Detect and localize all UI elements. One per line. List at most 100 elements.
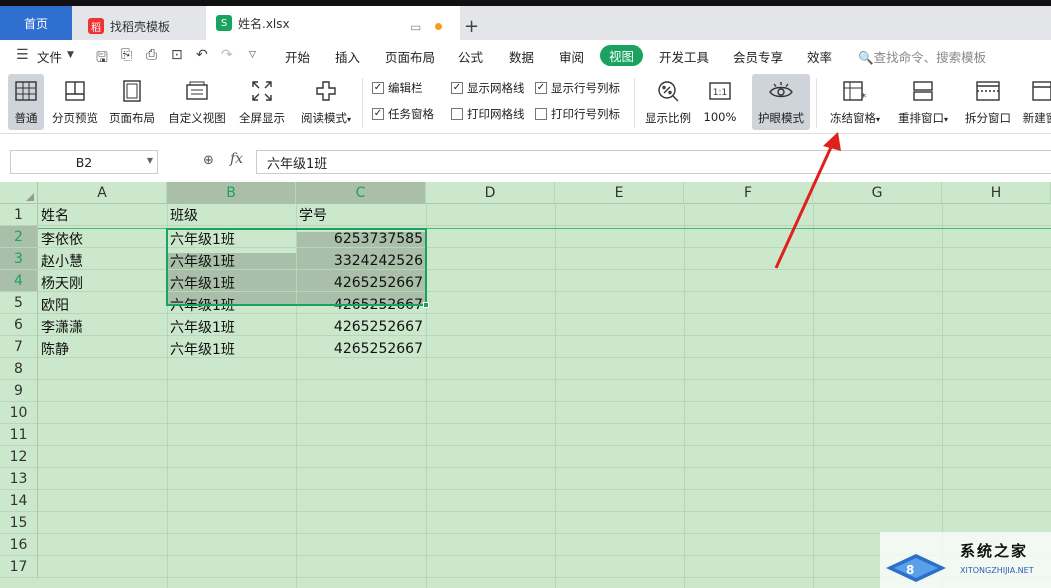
name-box[interactable]: B2 ▼: [10, 150, 158, 174]
page-break-preview-button[interactable]: 分页预览: [48, 74, 102, 130]
zoom-ratio-icon: [653, 76, 683, 106]
freeze-panes-button[interactable]: * 冻结窗格▾: [824, 74, 886, 130]
reading-mode-button[interactable]: 阅读模式▾: [297, 74, 355, 130]
column-header-b[interactable]: B: [167, 182, 296, 204]
split-window-icon: [973, 76, 1003, 106]
row-header-7[interactable]: 7: [0, 336, 38, 358]
menu-efficiency[interactable]: 效率: [807, 47, 832, 66]
redo-icon[interactable]: ↷: [221, 47, 233, 63]
cell-b1[interactable]: 班级: [167, 204, 296, 226]
row-header-5[interactable]: 5: [0, 292, 38, 314]
normal-view-button[interactable]: 普通: [8, 74, 44, 130]
cell-c6[interactable]: 4265252667: [296, 316, 426, 338]
undo-icon[interactable]: ↶: [196, 47, 208, 63]
formula-input[interactable]: 六年级1班: [256, 150, 1051, 174]
menu-developer[interactable]: 开发工具: [659, 47, 709, 66]
worksheet-grid[interactable]: ABCDEFGH 1 2 3 4 5 6 7 8 9 10 11 12 13 14 15 16 17 姓名 班级 学号…: [0, 182, 1051, 588]
cell-a5[interactable]: 欧阳: [38, 294, 167, 316]
cell-c7[interactable]: 4265252667: [296, 338, 426, 360]
tab-file[interactable]: S 姓名.xlsx: [206, 6, 460, 40]
menu-formula[interactable]: 公式: [458, 47, 483, 66]
menu-insert[interactable]: 插入: [335, 47, 360, 66]
custom-view-button[interactable]: 自定义视图: [166, 74, 228, 130]
row-header-6[interactable]: 6: [0, 314, 38, 336]
row-header-14[interactable]: 14: [0, 490, 38, 512]
column-header-f[interactable]: F: [684, 182, 813, 204]
menu-review[interactable]: 审阅: [559, 47, 584, 66]
fullscreen-button[interactable]: 全屏显示: [237, 74, 287, 130]
print-icon[interactable]: ⎙: [146, 47, 157, 63]
column-header-h[interactable]: H: [942, 182, 1051, 204]
row-header-2[interactable]: 2: [0, 226, 38, 248]
arrange-window-button[interactable]: 重排窗口▾: [893, 74, 953, 130]
column-header-d[interactable]: D: [426, 182, 555, 204]
tab-home[interactable]: 首页: [0, 6, 72, 40]
zoom-ratio-button[interactable]: 显示比例: [643, 74, 693, 130]
watermark-subtext: XITONGZHIJIA.NET: [960, 566, 1034, 575]
column-header-a[interactable]: A: [38, 182, 167, 204]
row-header-13[interactable]: 13: [0, 468, 38, 490]
eye-protection-button[interactable]: 护眼模式: [752, 74, 810, 130]
menu-file[interactable]: 文件: [37, 47, 62, 66]
cell-b7[interactable]: 六年级1班: [167, 338, 296, 360]
row-header-10[interactable]: 10: [0, 402, 38, 424]
unsaved-dot-icon: [435, 23, 442, 30]
menu-start[interactable]: 开始: [285, 47, 310, 66]
arrange-window-icon: [908, 76, 938, 106]
cell-a6[interactable]: 李潇潇: [38, 316, 167, 338]
zoom-100-button[interactable]: 1:1 100%: [701, 74, 739, 130]
cell-c1[interactable]: 学号: [296, 204, 426, 226]
more-icon[interactable]: ▽: [249, 50, 256, 60]
cell-a7[interactable]: 陈静: [38, 338, 167, 360]
checkbox-task-pane[interactable]: ✓ 任务窗格: [372, 106, 434, 122]
checkbox-show-headings[interactable]: ✓ 显示行号列标: [535, 80, 620, 96]
row-header-1[interactable]: 1: [0, 204, 38, 226]
row-header-3[interactable]: 3: [0, 248, 38, 270]
monitor-icon[interactable]: ▭: [410, 20, 421, 34]
menu-member[interactable]: 会员专享: [733, 47, 783, 66]
new-window-button[interactable]: 新建窗: [1020, 74, 1051, 130]
tab-home-label: 首页: [23, 16, 48, 31]
menu-data[interactable]: 数据: [509, 47, 534, 66]
save-icon[interactable]: 🖫: [96, 47, 108, 71]
formula-value: 六年级1班: [267, 156, 328, 172]
cell-a3[interactable]: 赵小慧: [38, 250, 167, 272]
split-window-button[interactable]: 拆分窗口: [962, 74, 1014, 130]
chevron-down-icon[interactable]: ▼: [147, 156, 153, 165]
row-header-17[interactable]: 17: [0, 556, 38, 578]
new-tab-button[interactable]: +: [464, 16, 479, 37]
checkbox-print-headings[interactable]: 打印行号列标: [535, 106, 620, 122]
tab-bar: 首页 稻 找稻壳模板 S 姓名.xlsx ▭ +: [0, 0, 1051, 40]
menu-view[interactable]: 视图: [600, 45, 644, 66]
row-header-11[interactable]: 11: [0, 424, 38, 446]
column-header-c[interactable]: C: [296, 182, 426, 204]
select-all-corner[interactable]: [0, 182, 38, 204]
cell-a4[interactable]: 杨天刚: [38, 272, 167, 294]
checkbox-show-gridlines[interactable]: ✓ 显示网格线: [451, 80, 525, 96]
tab-template[interactable]: 稻 找稻壳模板: [80, 12, 206, 40]
row-header-9[interactable]: 9: [0, 380, 38, 402]
search-input[interactable]: 🔍查找命令、搜索模板: [858, 47, 986, 66]
fill-handle[interactable]: [423, 302, 429, 308]
checkbox-checked-icon: ✓: [451, 82, 463, 94]
row-header-16[interactable]: 16: [0, 534, 38, 556]
row-header-4[interactable]: 4: [0, 270, 38, 292]
row-header-15[interactable]: 15: [0, 512, 38, 534]
cell-a1[interactable]: 姓名: [38, 204, 167, 226]
cell-b6[interactable]: 六年级1班: [167, 316, 296, 338]
cell-a2[interactable]: 李依依: [38, 228, 167, 250]
checkbox-print-gridlines[interactable]: 打印网格线: [451, 106, 525, 122]
row-header-12[interactable]: 12: [0, 446, 38, 468]
fx-icon[interactable]: fx: [230, 151, 243, 167]
hamburger-icon[interactable]: ☰: [16, 47, 29, 63]
column-header-g[interactable]: G: [813, 182, 942, 204]
export-icon[interactable]: ⎘: [121, 47, 132, 63]
print-preview-icon[interactable]: ⊡: [171, 47, 183, 63]
row-header-8[interactable]: 8: [0, 358, 38, 380]
menu-page-layout[interactable]: 页面布局: [385, 47, 435, 66]
chevron-down-icon[interactable]: ▼: [67, 50, 74, 60]
checkbox-formula-bar[interactable]: ✓ 编辑栏: [372, 80, 423, 96]
column-header-e[interactable]: E: [555, 182, 684, 204]
zoom-in-icon[interactable]: ⊕: [203, 153, 214, 168]
page-layout-view-button[interactable]: 页面布局: [107, 74, 157, 130]
